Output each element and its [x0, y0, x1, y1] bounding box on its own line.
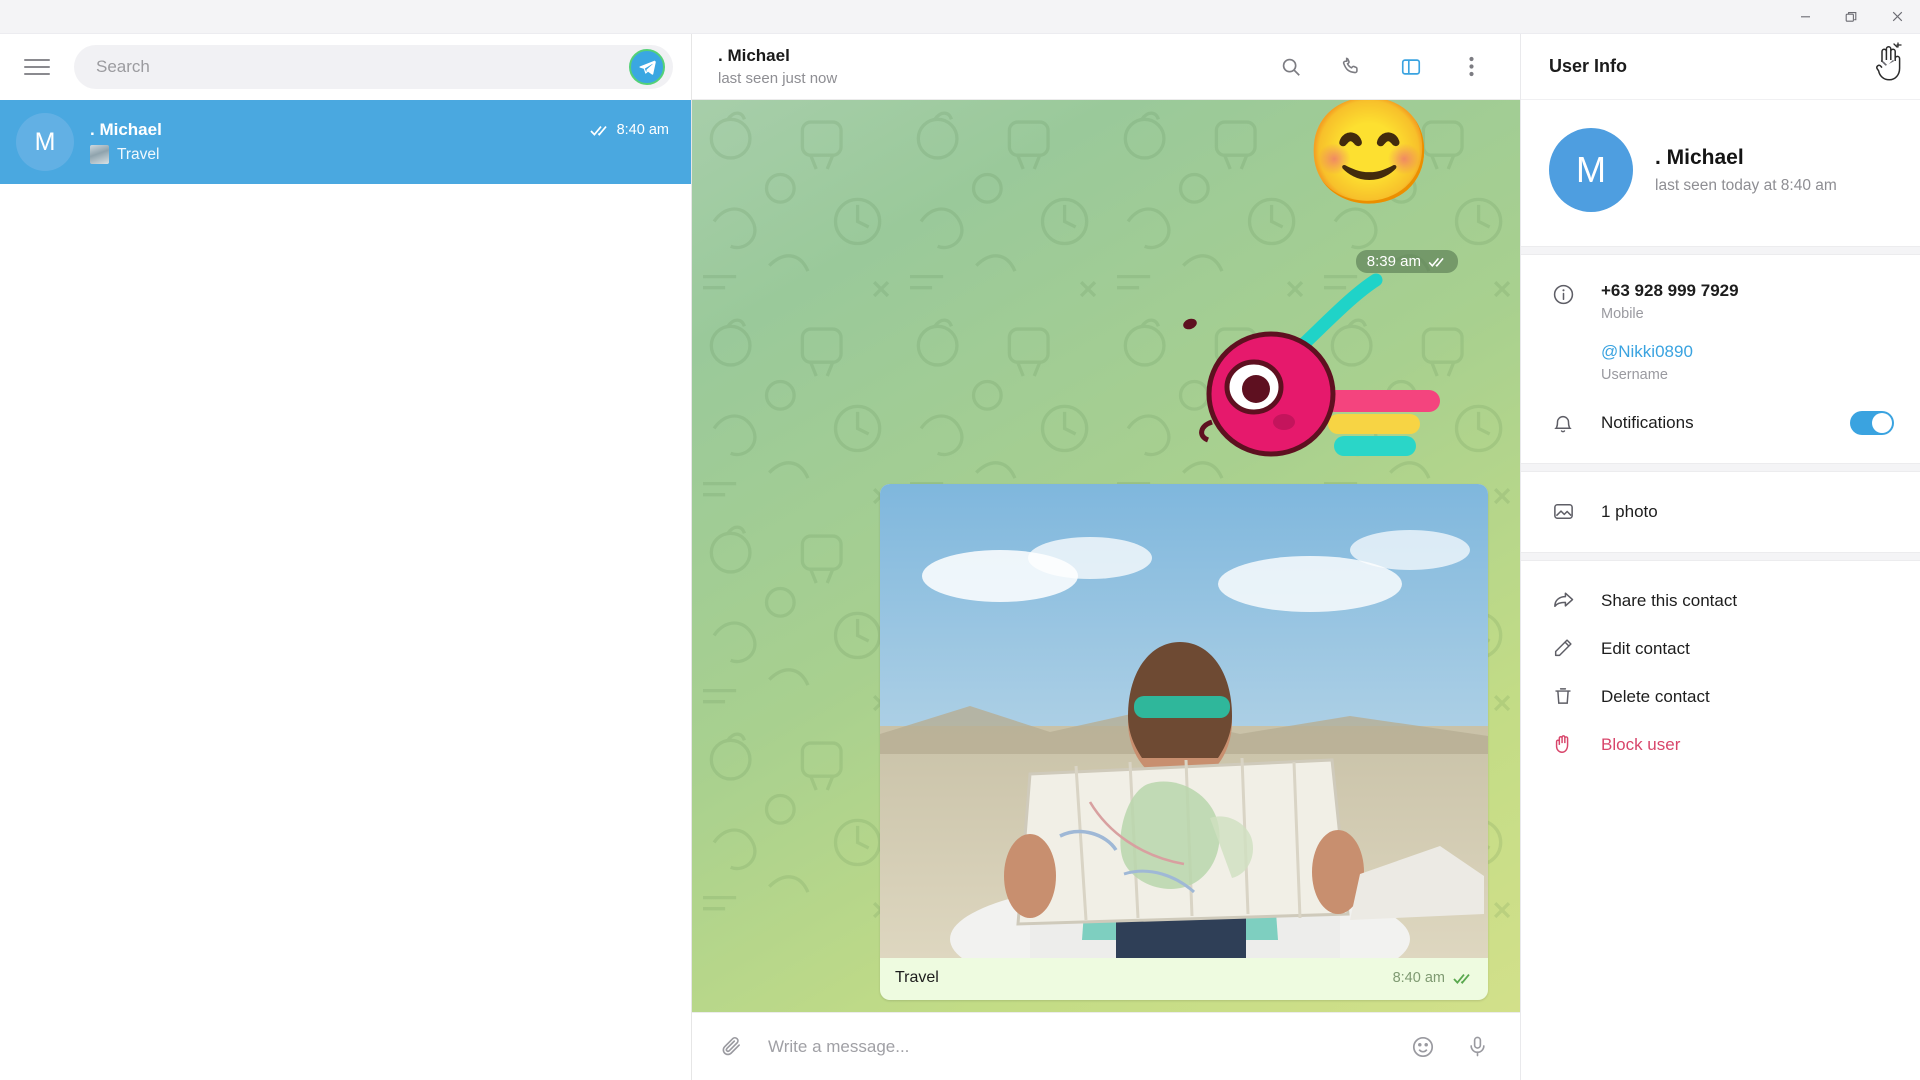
photo-message-image[interactable] — [880, 484, 1488, 958]
chat-item-time: 8:40 am — [616, 122, 669, 138]
avatar: M — [1549, 128, 1633, 212]
contact-actions-section: Share this contact Edit contact Delete c… — [1521, 561, 1920, 785]
phone-icon[interactable] — [1334, 50, 1368, 84]
block-user-row[interactable]: Block user — [1521, 721, 1920, 769]
conversation-status: last seen just now — [718, 70, 838, 87]
trash-icon — [1549, 683, 1577, 707]
window-maximize-button[interactable] — [1828, 0, 1874, 34]
photo-icon — [1549, 498, 1577, 523]
search-field-wrapper[interactable] — [74, 45, 673, 89]
more-vertical-icon[interactable] — [1454, 50, 1488, 84]
photo-message-caption-row: Travel 8:40 am — [880, 958, 1488, 1000]
share-icon — [1549, 587, 1577, 612]
hamburger-menu-icon[interactable] — [14, 44, 60, 90]
user-info-header: User Info — [1521, 34, 1920, 100]
chat-item-preview: Travel — [117, 145, 160, 163]
chat-list: M . Michael 8:40 am Travel — [0, 100, 691, 1080]
notifications-toggle[interactable] — [1850, 411, 1894, 435]
share-contact-label: Share this contact — [1601, 591, 1738, 610]
close-icon[interactable] — [1870, 50, 1904, 84]
message-input[interactable] — [768, 1036, 1386, 1057]
message-area: 😊 8:39 am Travel 8:40 am — [692, 100, 1520, 1012]
delete-contact-row[interactable]: Delete contact — [1521, 673, 1920, 721]
search-icon[interactable] — [1274, 50, 1308, 84]
photos-count-label: 1 photo — [1601, 502, 1658, 521]
block-user-label: Block user — [1601, 735, 1681, 754]
shared-media-section: 1 photo — [1521, 472, 1920, 552]
window-minimize-button[interactable] — [1782, 0, 1828, 34]
photo-message-bubble[interactable]: Travel 8:40 am — [880, 484, 1488, 1000]
username-row[interactable]: @Nikki0890 Username — [1521, 332, 1920, 393]
message-composer — [692, 1012, 1520, 1080]
phone-number: +63 928 999 7929 — [1601, 281, 1739, 300]
share-contact-row[interactable]: Share this contact — [1521, 577, 1920, 625]
edit-contact-row[interactable]: Edit contact — [1521, 625, 1920, 673]
bell-icon — [1549, 411, 1577, 435]
telegram-send-icon[interactable] — [629, 49, 665, 85]
app-root: M . Michael 8:40 am Travel — [0, 34, 1920, 1080]
conversation-title: . Michael — [718, 46, 790, 65]
delete-contact-label: Delete contact — [1601, 687, 1710, 706]
section-divider — [1521, 246, 1920, 255]
search-input[interactable] — [96, 57, 629, 77]
username-value[interactable]: @Nikki0890 — [1601, 342, 1894, 362]
avatar: M — [16, 113, 74, 171]
sticker-message-emoji: 😊 — [1304, 100, 1435, 210]
sticker-message-time: 8:39 am — [1366, 253, 1421, 270]
chat-list-sidebar: M . Michael 8:40 am Travel — [0, 34, 692, 1080]
photo-message-time: 8:40 am — [1392, 970, 1445, 986]
chat-list-item-michael[interactable]: M . Michael 8:40 am Travel — [0, 100, 691, 184]
double-check-icon — [589, 125, 607, 136]
user-profile-name: . Michael — [1655, 145, 1744, 169]
username-label: Username — [1601, 367, 1668, 383]
microphone-icon[interactable] — [1460, 1030, 1494, 1064]
user-info-title: User Info — [1549, 56, 1628, 76]
user-profile-block: M . Michael last seen today at 8:40 am — [1521, 100, 1920, 246]
user-profile-status: last seen today at 8:40 am — [1655, 176, 1837, 194]
username-icon-spacer — [1549, 342, 1577, 344]
panel-toggle-icon[interactable] — [1394, 50, 1428, 84]
notifications-label: Notifications — [1601, 413, 1694, 432]
block-hand-icon — [1549, 731, 1577, 755]
edit-contact-label: Edit contact — [1601, 639, 1690, 658]
info-circle-icon — [1549, 281, 1577, 306]
section-divider — [1521, 463, 1920, 472]
photo-message-caption: Travel — [895, 969, 939, 986]
double-check-icon — [1453, 973, 1470, 984]
sidebar-search-bar — [0, 34, 691, 100]
cherry-sticker — [1183, 273, 1440, 457]
conversation-pane: . Michael last seen just now 😊 8:39 am T… — [692, 34, 1520, 1080]
notifications-row[interactable]: Notifications — [1521, 399, 1920, 447]
phone-row[interactable]: +63 928 999 7929 Mobile — [1521, 271, 1920, 332]
window-close-button[interactable] — [1874, 0, 1920, 34]
photos-row[interactable]: 1 photo — [1521, 488, 1920, 536]
phone-label: Mobile — [1601, 306, 1644, 322]
attach-paperclip-icon[interactable] — [714, 1030, 748, 1064]
contact-details-section: +63 928 999 7929 Mobile @Nikki0890 Usern… — [1521, 255, 1920, 463]
double-check-icon — [1428, 257, 1444, 267]
user-info-panel: User Info M . Michael last seen today at… — [1520, 34, 1920, 1080]
window-titlebar — [0, 0, 1920, 34]
chat-item-thumbnail — [90, 145, 109, 164]
emoji-icon[interactable] — [1406, 1030, 1440, 1064]
pencil-icon — [1549, 635, 1577, 659]
conversation-header: . Michael last seen just now — [692, 34, 1520, 100]
chat-item-name: . Michael — [90, 120, 162, 139]
sticker-message-meta: 8:39 am — [1355, 250, 1458, 273]
section-divider — [1521, 552, 1920, 561]
